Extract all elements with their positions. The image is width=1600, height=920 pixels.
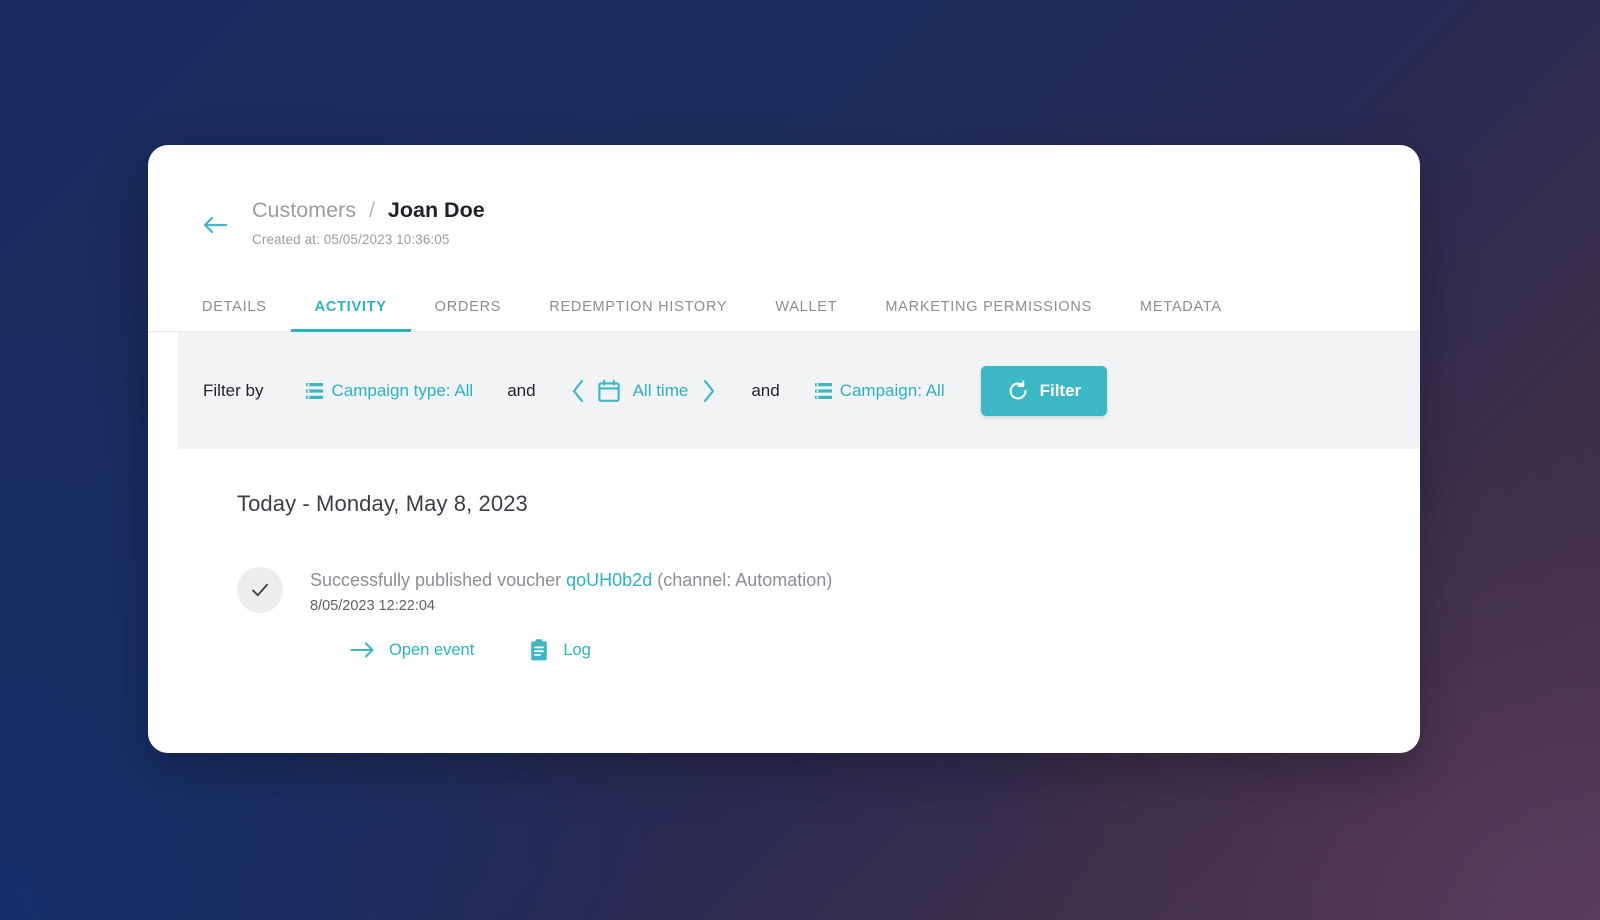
open-event-label: Open event	[389, 640, 475, 659]
arrow-right-icon	[350, 642, 374, 658]
tab-activity[interactable]: ACTIVITY	[290, 289, 411, 332]
activity-day-heading: Today - Monday, May 8, 2023	[237, 491, 528, 516]
activity-event-row: Successfully published voucher qoUH0b2d …	[237, 565, 1420, 662]
chevron-right-icon	[704, 379, 715, 402]
tab-marketing-permissions[interactable]: MARKETING PERMISSIONS	[861, 289, 1116, 332]
breadcrumb-parent-link[interactable]: Customers	[252, 198, 356, 222]
campaign-filter[interactable]: Campaign: All	[814, 381, 945, 401]
date-next-button[interactable]	[700, 378, 717, 404]
event-status-badge	[237, 567, 283, 613]
calendar-icon	[597, 379, 620, 402]
tab-metadata[interactable]: METADATA	[1116, 289, 1246, 332]
log-link[interactable]: Log	[528, 638, 591, 662]
tab-wallet[interactable]: WALLET	[751, 289, 861, 332]
event-title-suffix: (channel: Automation)	[652, 570, 833, 590]
filter-by-label: Filter by	[203, 380, 264, 400]
date-range-label[interactable]: All time	[633, 381, 689, 401]
event-body: Successfully published voucher qoUH0b2d …	[310, 565, 832, 662]
date-range-filter: All time	[570, 378, 718, 404]
voucher-code-link[interactable]: qoUH0b2d	[566, 570, 652, 590]
campaign-type-filter[interactable]: Campaign type: All	[305, 381, 473, 401]
campaign-filter-label: Campaign: All	[839, 380, 945, 400]
activity-panel: Today - Monday, May 8, 2023 Successfully…	[203, 449, 1420, 694]
refresh-icon	[1009, 379, 1027, 399]
filter-button-label: Filter	[1039, 380, 1082, 400]
filter-list-icon	[306, 382, 324, 399]
filter-button[interactable]: Filter	[980, 365, 1108, 416]
event-title-prefix: Successfully published voucher	[310, 570, 567, 590]
campaign-type-filter-label: Campaign type: All	[331, 380, 474, 400]
event-actions: Open event Log	[310, 638, 832, 662]
arrow-left-icon	[203, 216, 228, 234]
breadcrumb-current: Joan Doe	[387, 198, 485, 222]
tab-details[interactable]: DETAILS	[178, 289, 291, 332]
tab-redemption-history[interactable]: REDEMPTION HISTORY	[525, 289, 751, 332]
filter-conjunction-2: and	[751, 380, 780, 400]
filter-list-icon	[814, 382, 832, 399]
breadcrumb: Customers / Joan Doe	[252, 197, 485, 223]
breadcrumb-separator: /	[368, 198, 375, 222]
filter-conjunction-1: and	[507, 380, 536, 400]
calendar-button[interactable]	[597, 379, 621, 403]
event-timestamp: 8/05/2023 12:22:04	[310, 598, 435, 614]
event-title: Successfully published voucher qoUH0b2d …	[310, 568, 832, 592]
card-header: Customers / Joan Doe Created at: 05/05/2…	[148, 145, 1420, 247]
check-icon	[252, 583, 268, 597]
created-at-text: Created at: 05/05/2023 10:36:05	[252, 232, 450, 247]
tab-orders[interactable]: ORDERS	[411, 289, 526, 332]
date-prev-button[interactable]	[570, 378, 587, 404]
chevron-left-icon	[572, 379, 583, 402]
clipboard-icon	[531, 639, 548, 661]
breadcrumb-block: Customers / Joan Doe Created at: 05/05/2…	[252, 197, 485, 247]
open-event-link[interactable]: Open event	[350, 641, 474, 660]
filter-bar: Filter by Campaign type: All and All tim…	[178, 332, 1420, 449]
customer-detail-card: Customers / Joan Doe Created at: 05/05/2…	[148, 145, 1420, 753]
tab-bar: DETAILS ACTIVITY ORDERS REDEMPTION HISTO…	[148, 289, 1420, 332]
back-button[interactable]	[200, 210, 230, 240]
log-label: Log	[563, 640, 591, 659]
